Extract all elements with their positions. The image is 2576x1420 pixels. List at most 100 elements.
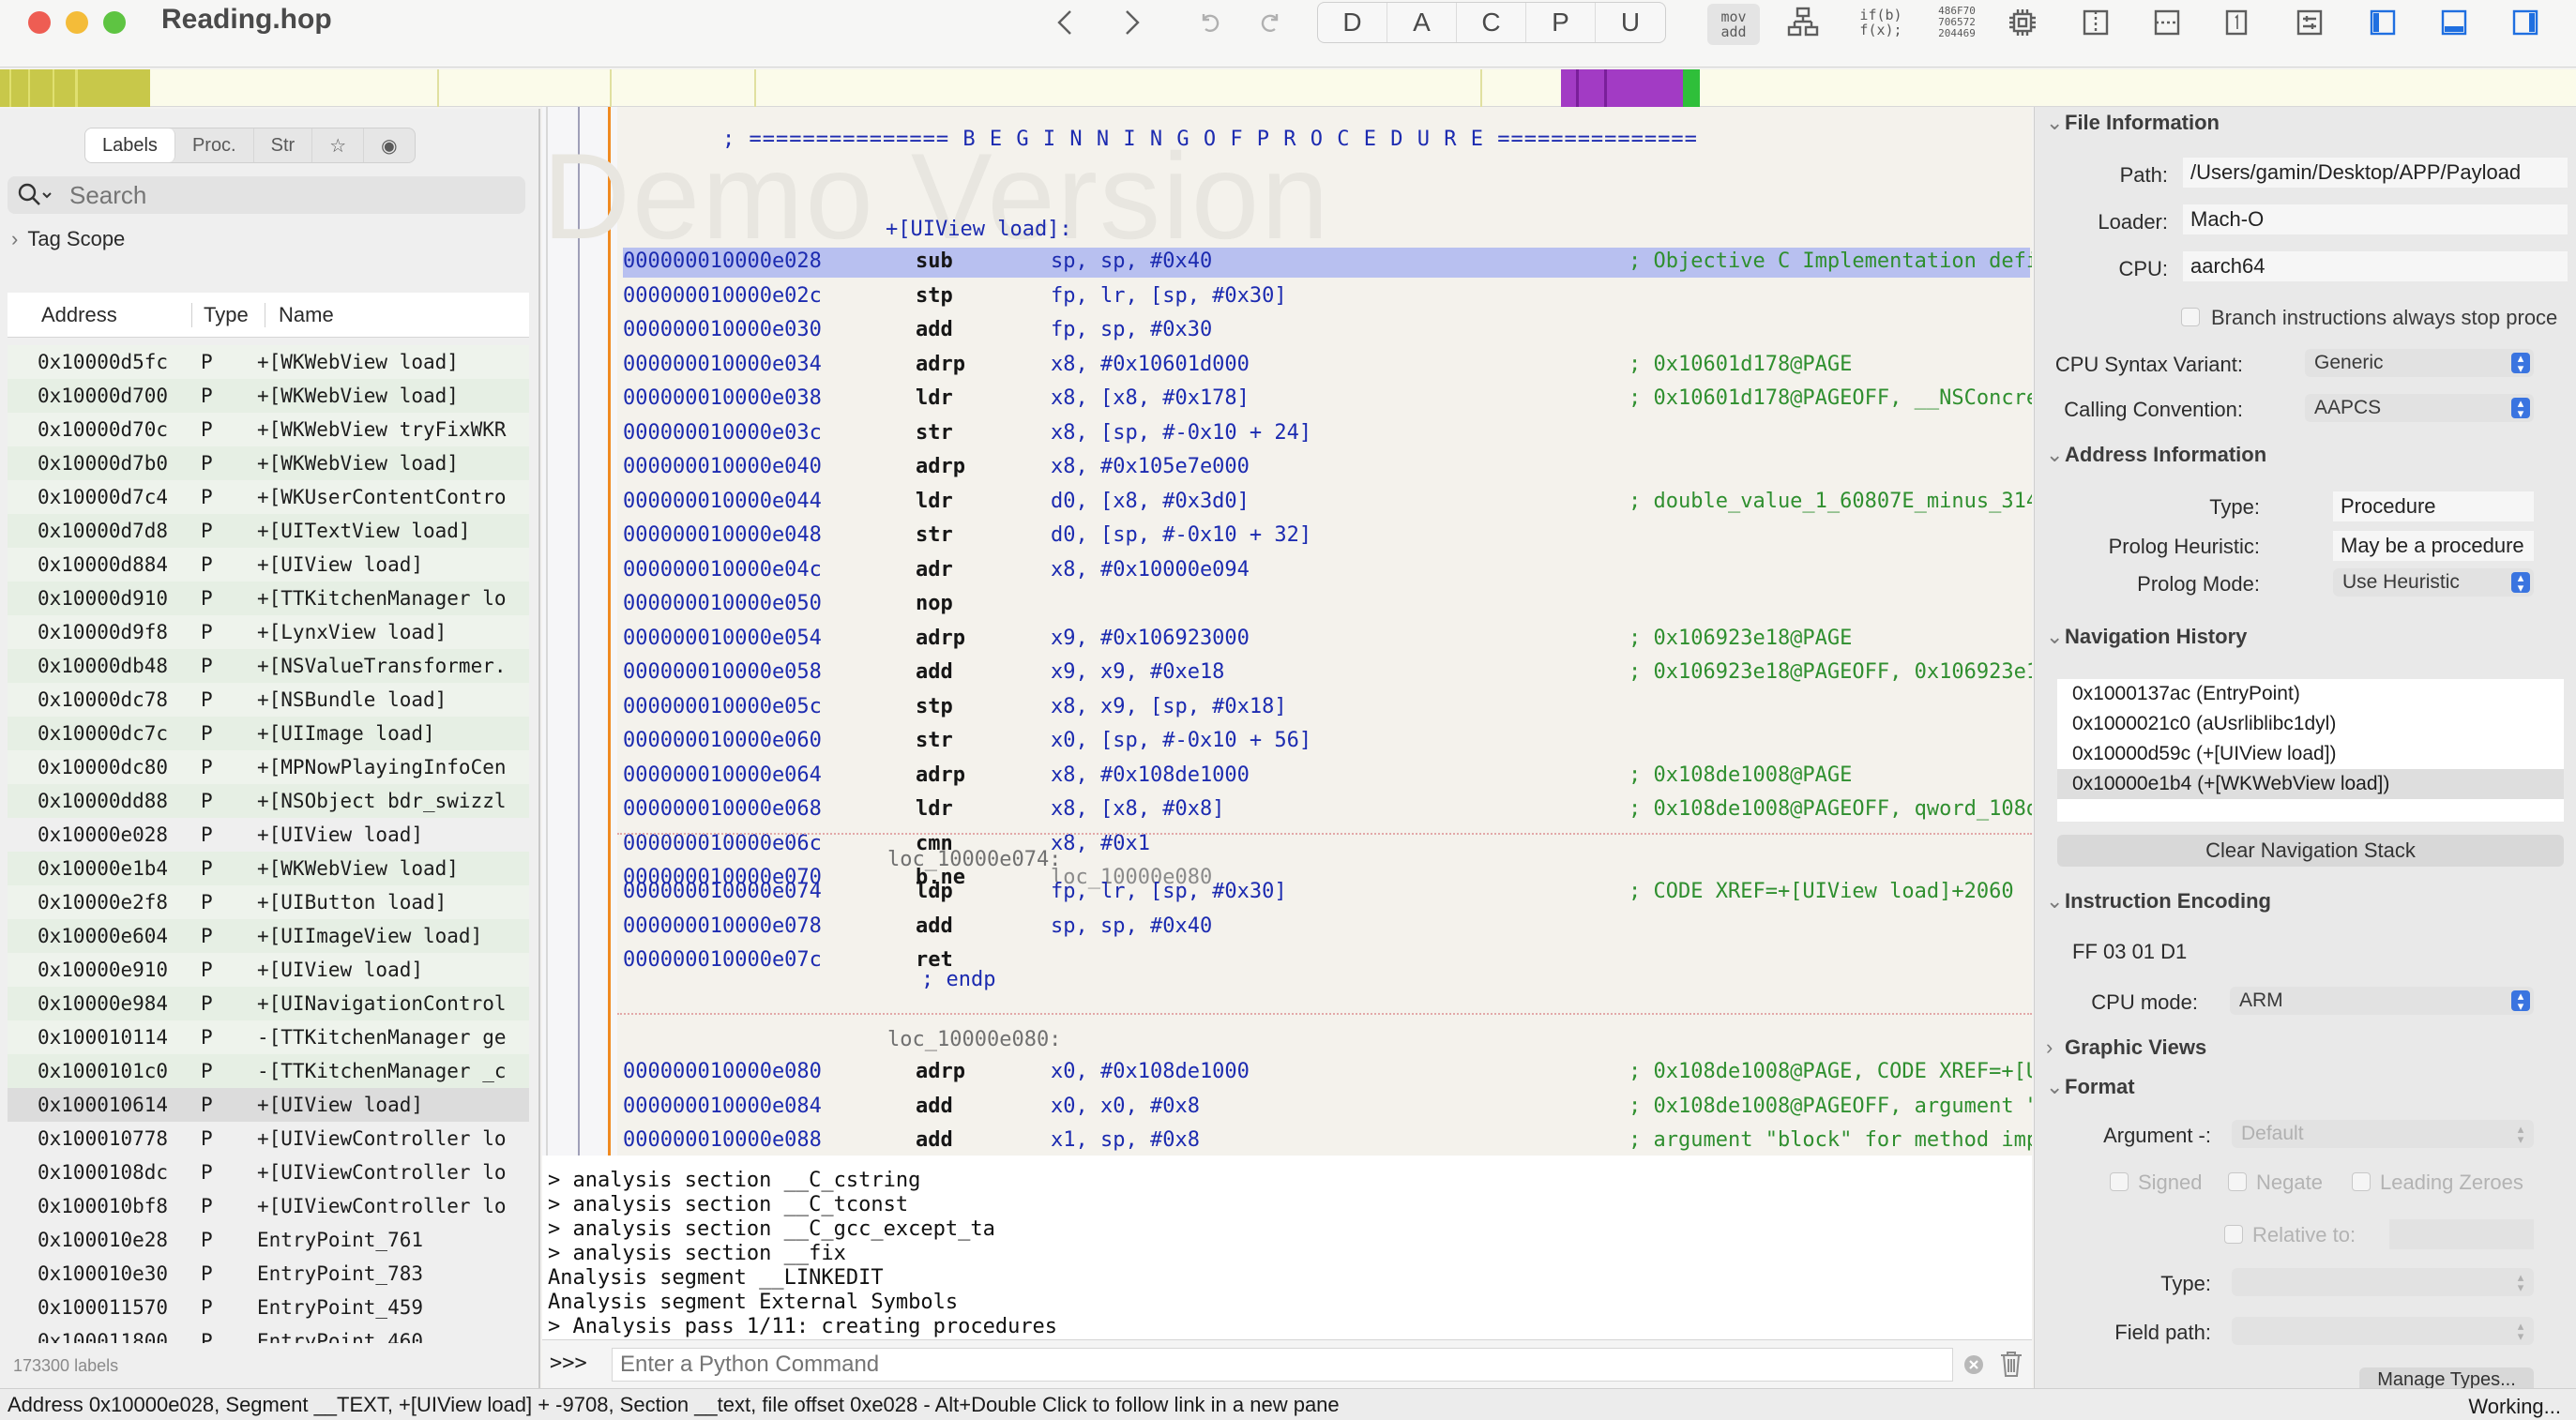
back-button[interactable]	[1047, 4, 1084, 41]
label-row[interactable]: 0x10000e910 P +[UIView load]	[8, 953, 529, 987]
tag-scope-disclosure[interactable]: › Tag Scope	[11, 227, 125, 251]
undo-button[interactable]	[1193, 4, 1227, 41]
syntax-variant-select[interactable]: Generic ▴ ▾	[2305, 349, 2534, 377]
close-window-button[interactable]	[28, 11, 51, 34]
label-row[interactable]: 0x10000e2f8 P +[UIButton load]	[8, 885, 529, 919]
instruction-line[interactable]: 000000010000e068 ldr x8, [x8, #0x8] ; 0x108…	[623, 795, 2032, 825]
label-row[interactable]: 0x1000108dc P +[UIViewController lo	[8, 1156, 529, 1189]
instruction-line[interactable]: 000000010000e028 sub sp, sp, #0x40 ; Object…	[623, 248, 2032, 278]
relative-to-field[interactable]	[2389, 1219, 2534, 1249]
instruction-line[interactable]: 000000010000e050 nop	[623, 590, 2030, 620]
tab-bookmarks[interactable]: ☆	[312, 128, 365, 162]
page-button[interactable]	[2218, 4, 2255, 41]
toggle-right-pane-button[interactable]	[2507, 4, 2544, 41]
leading-zeroes-checkbox[interactable]	[2352, 1172, 2371, 1191]
format-header[interactable]: ⌄Format	[2046, 1075, 2135, 1099]
label-row[interactable]: 0x10000d7c4 P +[WKUserContentContro	[8, 480, 529, 514]
clear-navigation-button[interactable]: Clear Navigation Stack	[2057, 835, 2564, 867]
label-row[interactable]: 0x100010114 P -[TTKitchenManager ge	[8, 1020, 529, 1054]
branch-stop-checkbox[interactable]	[2181, 308, 2200, 326]
label-row[interactable]: 0x10000db48 P +[NSValueTransformer.	[8, 649, 529, 683]
navigation-history-header[interactable]: ⌄Navigation History	[2046, 625, 2247, 649]
history-item[interactable]: 0x10000e1b4 (+[WKWebView load])	[2057, 769, 2564, 799]
zoom-window-button[interactable]	[103, 11, 126, 34]
loader-value[interactable]: Mach-O	[2183, 204, 2568, 234]
format-type-select[interactable]: ▴ ▾	[2232, 1268, 2534, 1296]
minimize-window-button[interactable]	[66, 11, 88, 34]
calling-convention-select[interactable]: AAPCS ▴ ▾	[2305, 394, 2534, 422]
loc-label[interactable]: loc_10000e080:	[887, 1028, 1061, 1051]
split-horizontal-button[interactable]	[2148, 4, 2186, 41]
label-row[interactable]: 0x10000d70c P +[WKWebView tryFixWKR	[8, 413, 529, 446]
instruction-encoding-header[interactable]: ⌄Instruction Encoding	[2046, 889, 2271, 914]
label-row[interactable]: 0x10000d884 P +[UIView load]	[8, 548, 529, 582]
label-row[interactable]: 0x100010614 P +[UIView load]	[8, 1088, 529, 1122]
signed-checkbox[interactable]	[2110, 1172, 2129, 1191]
instruction-line[interactable]: 000000010000e054 adrp x9, #0x106923000 ; 0x…	[623, 625, 2030, 655]
instruction-line[interactable]: 000000010000e084 add x0, x0, #0x8 ; 0x108de…	[623, 1093, 2032, 1123]
toggle-left-pane-button[interactable]	[2364, 4, 2402, 41]
loc-label[interactable]: loc_10000e074:	[887, 848, 1061, 871]
disassembly-view[interactable]: Demo Version ; =============== B E G I N…	[542, 107, 2032, 1156]
label-row[interactable]: 0x10000e604 P +[UIImageView load]	[8, 919, 529, 953]
python-command-input[interactable]	[612, 1348, 1953, 1382]
graphic-views-header[interactable]: › Graphic Views	[2046, 1035, 2206, 1060]
instruction-line[interactable]: 000000010000e080 adrp x0, #0x108de1000 ; 0x…	[623, 1058, 2032, 1088]
label-row[interactable]: 0x10000d7b0 P +[WKWebView load]	[8, 446, 529, 480]
label-row[interactable]: 0x100010bf8 P +[UIViewController lo	[8, 1189, 529, 1223]
trash-icon[interactable]	[1998, 1350, 2024, 1378]
prolog-heuristic-value[interactable]: May be a procedure	[2333, 531, 2534, 561]
instruction-line[interactable]: 000000010000e03c str x8, [sp, #-0x10 + 24]	[623, 419, 2030, 449]
clear-circle-icon[interactable]	[1962, 1353, 1985, 1376]
cpu-button[interactable]	[2004, 4, 2041, 41]
label-row[interactable]: 0x10000dc80 P +[MPNowPlayingInfoCen	[8, 750, 529, 784]
argument-select[interactable]: Default ▴ ▾	[2232, 1120, 2534, 1148]
hex-view-button[interactable]: 486F70 706572 204469	[1932, 4, 1981, 41]
label-row[interactable]: 0x10000dc78 P +[NSBundle load]	[8, 683, 529, 717]
cpu-value[interactable]: aarch64	[2183, 251, 2568, 281]
settings-button[interactable]	[2291, 4, 2328, 41]
mode-ascii-button[interactable]: A	[1387, 3, 1457, 42]
label-row[interactable]: 0x100010e28 P EntryPoint_761	[8, 1223, 529, 1257]
label-row[interactable]: 0x1000101c0 P -[TTKitchenManager _c	[8, 1054, 529, 1088]
label-row[interactable]: 0x10000d7d8 P +[UITextView load]	[8, 514, 529, 548]
instruction-line[interactable]: 000000010000e04c adr x8, #0x10000e094	[623, 556, 2030, 586]
field-path-select[interactable]: ▴ ▾	[2232, 1317, 2534, 1345]
instruction-line[interactable]: 000000010000e07c ret	[623, 946, 2030, 976]
toggle-bottom-pane-button[interactable]	[2435, 4, 2473, 41]
tab-strings[interactable]: Str	[254, 128, 313, 162]
instruction-line[interactable]: 000000010000e034 adrp x8, #0x10601d000 ; 0x…	[623, 351, 2030, 381]
search-input[interactable]	[69, 180, 501, 210]
cfg-view-button[interactable]	[1782, 4, 1824, 41]
file-information-header[interactable]: ⌄File Information	[2046, 111, 2220, 135]
segment-navigation-bar[interactable]	[0, 69, 2576, 107]
label-row[interactable]: 0x100011570 P EntryPoint_459	[8, 1291, 529, 1324]
redo-button[interactable]	[1253, 4, 1287, 41]
instruction-line[interactable]: 000000010000e078 add sp, sp, #0x40	[623, 913, 2030, 943]
instruction-line[interactable]: 000000010000e058 add x9, x9, #0xe18 ; 0x106…	[623, 658, 2032, 688]
instruction-line[interactable]: 000000010000e064 adrp x8, #0x108de1000 ; 0x…	[623, 762, 2030, 792]
type-value[interactable]: Procedure	[2333, 491, 2534, 521]
search-icon[interactable]	[17, 182, 54, 208]
split-vertical-button[interactable]	[2077, 4, 2114, 41]
label-row[interactable]: 0x10000d910 P +[TTKitchenManager lo	[8, 582, 529, 615]
tab-procedures[interactable]: Proc.	[175, 128, 254, 162]
cpu-mode-select[interactable]: ARM ▴ ▾	[2230, 987, 2534, 1015]
instruction-line[interactable]: 000000010000e074 ldp fp, lr, [sp, #0x30] ; …	[623, 878, 2030, 908]
relative-to-checkbox[interactable]	[2224, 1225, 2243, 1244]
forward-button[interactable]	[1113, 4, 1150, 41]
manage-types-button[interactable]: Manage Types...	[2359, 1367, 2534, 1388]
column-type[interactable]: Type	[191, 302, 265, 327]
instruction-line[interactable]: 000000010000e040 adrp x8, #0x105e7e000	[623, 453, 2030, 483]
tab-tags[interactable]: ◉	[364, 128, 414, 162]
label-row[interactable]: 0x100011800 P EntryPoint_460	[8, 1324, 529, 1343]
mode-procedure-button[interactable]: P	[1526, 3, 1596, 42]
pseudocode-view-button[interactable]: if(b) f(x);	[1857, 4, 1904, 41]
instruction-line[interactable]: 000000010000e05c stp x8, x9, [sp, #0x18]	[623, 693, 2030, 723]
prolog-mode-select[interactable]: Use Heuristic ▴ ▾	[2333, 568, 2534, 597]
path-value[interactable]: /Users/gamin/Desktop/APP/Payload	[2183, 158, 2568, 188]
address-information-header[interactable]: ⌄Address Information	[2046, 443, 2266, 467]
instruction-line[interactable]: 000000010000e044 ldr d0, [x8, #0x3d0] ; dou…	[623, 488, 2032, 518]
instruction-line[interactable]: 000000010000e02c stp fp, lr, [sp, #0x30]	[623, 282, 2030, 312]
assembly-view-button[interactable]: mov add	[1707, 4, 1760, 45]
